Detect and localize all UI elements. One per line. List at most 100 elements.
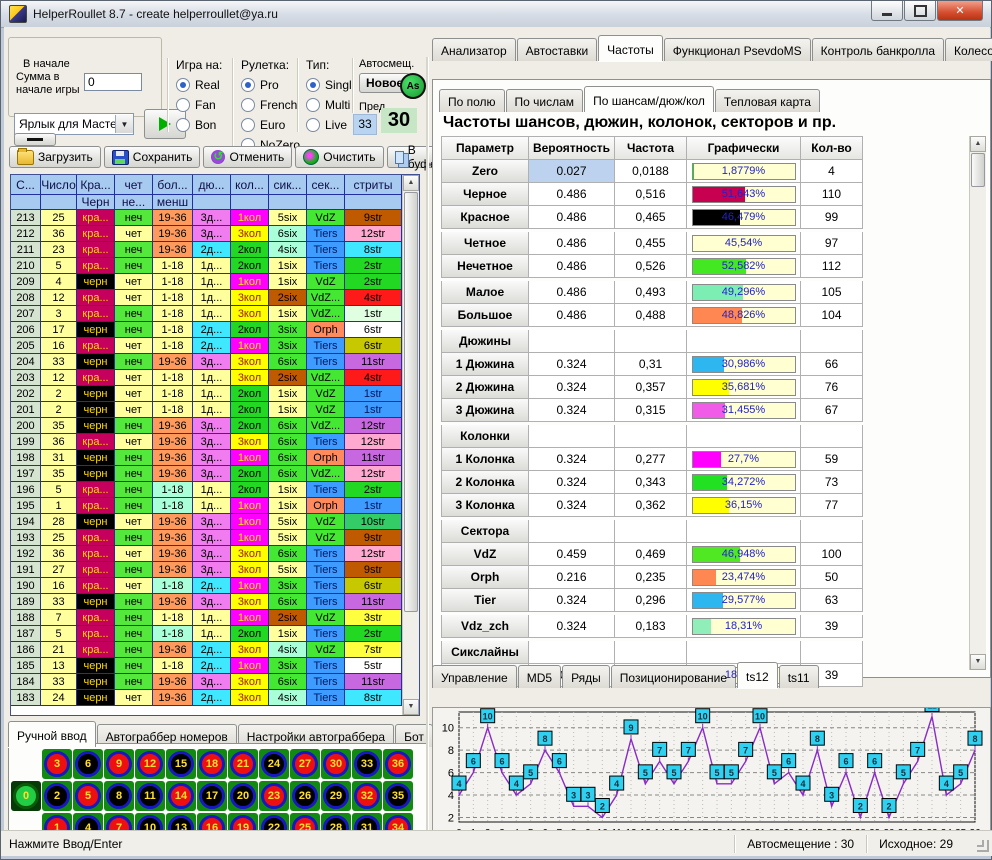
tab-ручной-ввод[interactable]: Ручной ввод [8,721,96,747]
spin-row[interactable]: 20516кра...чет1-182д...1кол3sixTiers6str [11,338,402,354]
roulette-number-12[interactable]: 12 [135,749,165,779]
roulette-number-3[interactable]: 3 [42,749,72,779]
freq-param-cell[interactable]: Zero [441,160,529,183]
spin-row[interactable]: 21236кра...чет19-363д...3кол6sixTiers12s… [11,226,402,242]
spin-row[interactable]: 18621кра...неч19-362д...3кол4sixVdZ7str [11,642,402,658]
spin-row[interactable]: 2073кра...неч1-181д...3кол1sixVdZ...1str [11,306,402,322]
tab-колесо-рулет[interactable]: Колесо рулет [945,38,992,61]
undo-button[interactable]: Отменить [203,146,292,168]
radio-icon[interactable] [176,98,190,112]
roulette-number-33[interactable]: 33 [352,749,382,779]
resize-grip[interactable] [977,840,989,852]
freq-param-cell[interactable]: Нечетное [441,255,529,278]
spin-row[interactable]: 19831черннеч19-363д...1кол6sixOrph11str [11,450,402,466]
roulette-number-21[interactable]: 21 [228,749,258,779]
spins-column-header[interactable]: С... [11,175,41,195]
tab-ts12[interactable]: ts12 [737,662,778,688]
title-bar[interactable]: HelperRoullet 8.7 - create helperroullet… [1,1,991,28]
subtab-по-полю[interactable]: По полю [439,89,505,112]
spins-column-header[interactable]: бол... [153,175,193,195]
spin-row[interactable]: 2012чернчет1-181д...2кол1sixVdZ1str [11,402,402,418]
radio-icon[interactable] [241,78,255,92]
spins-column-header[interactable]: не... [115,195,153,210]
roulette-number-20[interactable]: 20 [228,781,258,811]
spin-row[interactable]: 2105кра...неч1-181д...2кол1sixTiers2str [11,258,402,274]
radio-icon[interactable] [306,98,320,112]
spin-row[interactable]: 1887кра...неч1-181д...1кол2sixVdZ3str [11,610,402,626]
spin-row[interactable]: 1965кра...неч1-181д...2кол1sixTiers2str [11,482,402,498]
spins-column-header[interactable]: дю... [193,175,231,195]
spins-column-header[interactable]: Число [41,175,77,195]
spin-row[interactable]: 20312кра...чет1-181д...3кол2sixVdZ...4st… [11,370,402,386]
radio-option-french[interactable]: French [241,98,303,112]
spin-row[interactable]: 21325кра...неч19-363д...1кол5sixVdZ9str [11,210,402,226]
spins-column-header[interactable]: кол... [231,175,269,195]
spins-column-header[interactable] [345,195,402,210]
tab-анализатор[interactable]: Анализатор [432,38,516,61]
roulette-number-35[interactable]: 35 [383,781,413,811]
subtab-по-шансам-дюж-кол[interactable]: По шансам/дюж/кол [584,86,714,112]
spins-column-header[interactable] [307,195,345,210]
roulette-number-29[interactable]: 29 [321,781,351,811]
spin-row[interactable]: 1951кра...неч1-181д...1кол1sixOrph1str [11,498,402,514]
radio-option-bon[interactable]: Bon [176,118,236,132]
spin-row[interactable]: 18933черннеч19-363д...3кол6sixTiers11str [11,594,402,610]
radio-icon[interactable] [306,118,320,132]
subtab-по-числам[interactable]: По числам [506,89,584,112]
roulette-number-23[interactable]: 23 [259,781,289,811]
close-button[interactable]: ✕ [937,1,983,21]
scrollbar-thumb[interactable] [404,192,418,612]
freq-param-cell[interactable]: 1 Колонка [441,448,529,471]
roulette-number-24[interactable]: 24 [259,749,289,779]
spins-column-header[interactable] [193,195,231,210]
freq-param-cell[interactable]: Черное [441,183,529,206]
freq-param-cell[interactable]: Vdz_zch [441,615,529,638]
radio-option-real[interactable]: Real [176,78,236,92]
chevron-down-icon[interactable]: ▼ [115,115,133,133]
preset-combobox[interactable]: Ярлык для Мастер ▼ [14,113,134,135]
roulette-number-32[interactable]: 32 [352,781,382,811]
freq-param-cell[interactable]: Дюжины [441,330,529,353]
spin-row[interactable]: 19735черннеч19-363д...2кол6sixVdZ...12st… [11,466,402,482]
scroll-up-icon[interactable]: ▲ [403,175,419,191]
radio-option-singl[interactable]: Singl [306,78,356,92]
tab-ряды[interactable]: Ряды [562,665,610,688]
radio-option-pro[interactable]: Pro [241,78,303,92]
spin-row[interactable]: 20035черннеч19-363д...2кол6sixVdZ...12st… [11,418,402,434]
spin-row[interactable]: 20433черннеч19-363д...3кол6sixTiers11str [11,354,402,370]
tab-контроль-банкролла[interactable]: Контроль банкролла [812,38,944,61]
roulette-number-27[interactable]: 27 [290,749,320,779]
spin-row[interactable]: 19325кра...неч19-363д...1кол5sixVdZ9str [11,530,402,546]
freq-param-cell[interactable]: Большое [441,304,529,327]
spin-row[interactable]: 19016кра...чет1-182д...1кол3sixTiers6str [11,578,402,594]
radio-icon[interactable] [241,98,255,112]
spin-row[interactable]: 19936кра...чет19-363д...3кол6sixTiers12s… [11,434,402,450]
roulette-number-17[interactable]: 17 [197,781,227,811]
roulette-number-26[interactable]: 26 [290,781,320,811]
radio-icon[interactable] [241,118,255,132]
scrollbar-thumb[interactable] [971,153,985,187]
freq-param-cell[interactable]: 1 Дюжина [441,353,529,376]
spin-row[interactable]: 18324чернчет19-362д...3кол4sixTiers8str [11,690,402,706]
freq-param-cell[interactable]: Tier [441,589,529,612]
roulette-number-2[interactable]: 2 [42,781,72,811]
tab-функционал-psevdoms[interactable]: Функционал PsevdoMS [664,38,811,61]
freq-param-cell[interactable]: Orph [441,566,529,589]
roulette-number-9[interactable]: 9 [104,749,134,779]
radio-option-multi[interactable]: Multi [306,98,356,112]
radio-icon[interactable] [176,78,190,92]
spin-row[interactable]: 20812кра...чет1-181д...3кол2sixVdZ...4st… [11,290,402,306]
roulette-number-18[interactable]: 18 [197,749,227,779]
freq-param-cell[interactable]: Сикслайны [441,641,529,664]
scroll-down-icon[interactable]: ▼ [970,654,986,670]
scroll-up-icon[interactable]: ▲ [970,136,986,152]
freq-param-cell[interactable]: Сектора [441,520,529,543]
spin-row[interactable]: 19236кра...чет19-363д...3кол6sixTiers12s… [11,546,402,562]
spins-column-header[interactable] [269,195,307,210]
freq-param-cell[interactable]: 3 Дюжина [441,399,529,422]
spins-column-header[interactable]: сик... [269,175,307,195]
radio-option-live[interactable]: Live [306,118,356,132]
spins-column-header[interactable]: сек... [307,175,345,195]
spin-row[interactable]: 2022чернчет1-181д...2кол1sixVdZ1str [11,386,402,402]
roulette-number-8[interactable]: 8 [104,781,134,811]
